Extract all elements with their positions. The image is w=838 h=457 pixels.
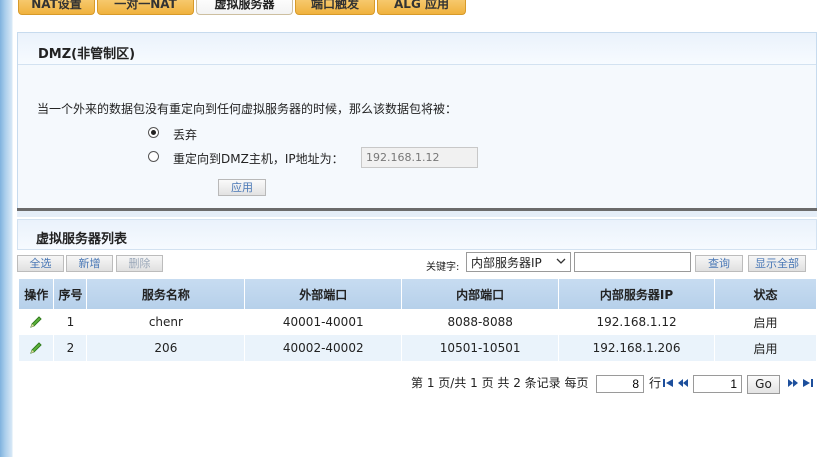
dmz-description: 当一个外来的数据包没有重定向到任何虚拟服务器的时候，那么该数据包将被： <box>37 102 458 116</box>
row-ip: 192.168.1.206 <box>558 335 716 361</box>
tab-bar: NAT设置 一对一NAT 虚拟服务器 端口触发 ALG 应用 <box>13 0 838 16</box>
table-row: 1 chenr 40001-40001 8088-8088 192.168.1.… <box>19 309 817 335</box>
edit-cell <box>19 335 55 361</box>
apply-button[interactable]: 应用 <box>218 179 266 196</box>
table-header-row: 操作 序号 服务名称 外部端口 内部端口 内部服务器IP 状态 <box>19 279 817 309</box>
table-row: 2 206 40002-40002 10501-10501 192.168.1.… <box>19 335 817 361</box>
per-page-input[interactable] <box>596 375 644 393</box>
keyword-field-select[interactable]: 内部服务器IP <box>466 252 571 272</box>
server-list-title: 虚拟服务器列表 <box>36 232 128 247</box>
redirect-radio[interactable] <box>148 151 159 162</box>
show-all-button[interactable]: 显示全部 <box>748 255 806 272</box>
row-int-port: 10501-10501 <box>401 335 560 361</box>
last-page-icon[interactable] <box>802 377 814 389</box>
prev-page-icon[interactable] <box>677 377 689 389</box>
row-index: 1 <box>53 309 88 335</box>
dmz-title: DMZ(非管制区) <box>38 47 136 62</box>
row-index: 2 <box>53 335 88 361</box>
row-status: 启用 <box>714 309 817 335</box>
col-header-status: 状态 <box>714 279 817 309</box>
tab-one-to-one-nat[interactable]: 一对一NAT <box>97 0 194 15</box>
edit-pencil-icon[interactable] <box>28 340 44 356</box>
row-ip: 192.168.1.12 <box>558 309 716 335</box>
drop-label: 丢弃 <box>173 128 198 142</box>
pager-summary: 第 1 页/共 1 页 共 2 条记录 每页 <box>411 376 589 390</box>
keyword-input[interactable] <box>574 252 691 272</box>
server-list-header: 虚拟服务器列表 <box>17 219 817 250</box>
select-all-button[interactable]: 全选 <box>17 255 64 272</box>
drop-radio[interactable] <box>148 127 159 138</box>
search-button[interactable]: 查询 <box>695 255 743 272</box>
row-name: chenr <box>86 309 246 335</box>
page-input[interactable] <box>693 375 742 393</box>
rows-label: 行 <box>649 376 662 390</box>
add-button[interactable]: 新增 <box>66 255 113 272</box>
edit-cell <box>19 309 55 335</box>
left-frame-border <box>0 0 13 457</box>
col-header-name: 服务名称 <box>86 279 246 309</box>
redirect-label: 重定向到DMZ主机，IP地址为： <box>173 152 344 166</box>
col-header-int-port: 内部端口 <box>401 279 560 309</box>
first-page-icon[interactable] <box>662 377 674 389</box>
section-spacer <box>17 211 817 217</box>
col-header-index: 序号 <box>53 279 88 309</box>
col-header-action: 操作 <box>19 279 55 309</box>
row-name: 206 <box>86 335 246 361</box>
keyword-label: 关键字: <box>426 262 460 273</box>
dmz-ip-input[interactable] <box>361 147 478 168</box>
edit-pencil-icon[interactable] <box>28 314 44 330</box>
delete-button[interactable]: 删除 <box>116 255 163 272</box>
dmz-panel: DMZ(非管制区) 当一个外来的数据包没有重定向到任何虚拟服务器的时候，那么该数… <box>17 32 817 214</box>
row-ext-port: 40002-40002 <box>244 335 403 361</box>
col-header-ext-port: 外部端口 <box>244 279 403 309</box>
row-int-port: 8088-8088 <box>401 309 560 335</box>
go-button[interactable]: Go <box>747 375 780 394</box>
tab-virtual-server[interactable]: 虚拟服务器 <box>196 0 293 15</box>
chevron-down-icon <box>556 254 566 271</box>
dmz-panel-header: DMZ(非管制区) <box>18 33 816 65</box>
tab-port-trigger[interactable]: 端口触发 <box>295 0 375 15</box>
tab-nat-settings[interactable]: NAT设置 <box>18 0 95 15</box>
next-page-icon[interactable] <box>787 377 799 389</box>
virtual-server-table: 操作 序号 服务名称 外部端口 内部端口 内部服务器IP 状态 1 chenr … <box>19 279 817 361</box>
tab-alg[interactable]: ALG 应用 <box>377 0 466 15</box>
row-status: 启用 <box>714 335 817 361</box>
row-ext-port: 40001-40001 <box>244 309 403 335</box>
col-header-ip: 内部服务器IP <box>558 279 716 309</box>
keyword-field-value: 内部服务器IP <box>471 256 542 270</box>
